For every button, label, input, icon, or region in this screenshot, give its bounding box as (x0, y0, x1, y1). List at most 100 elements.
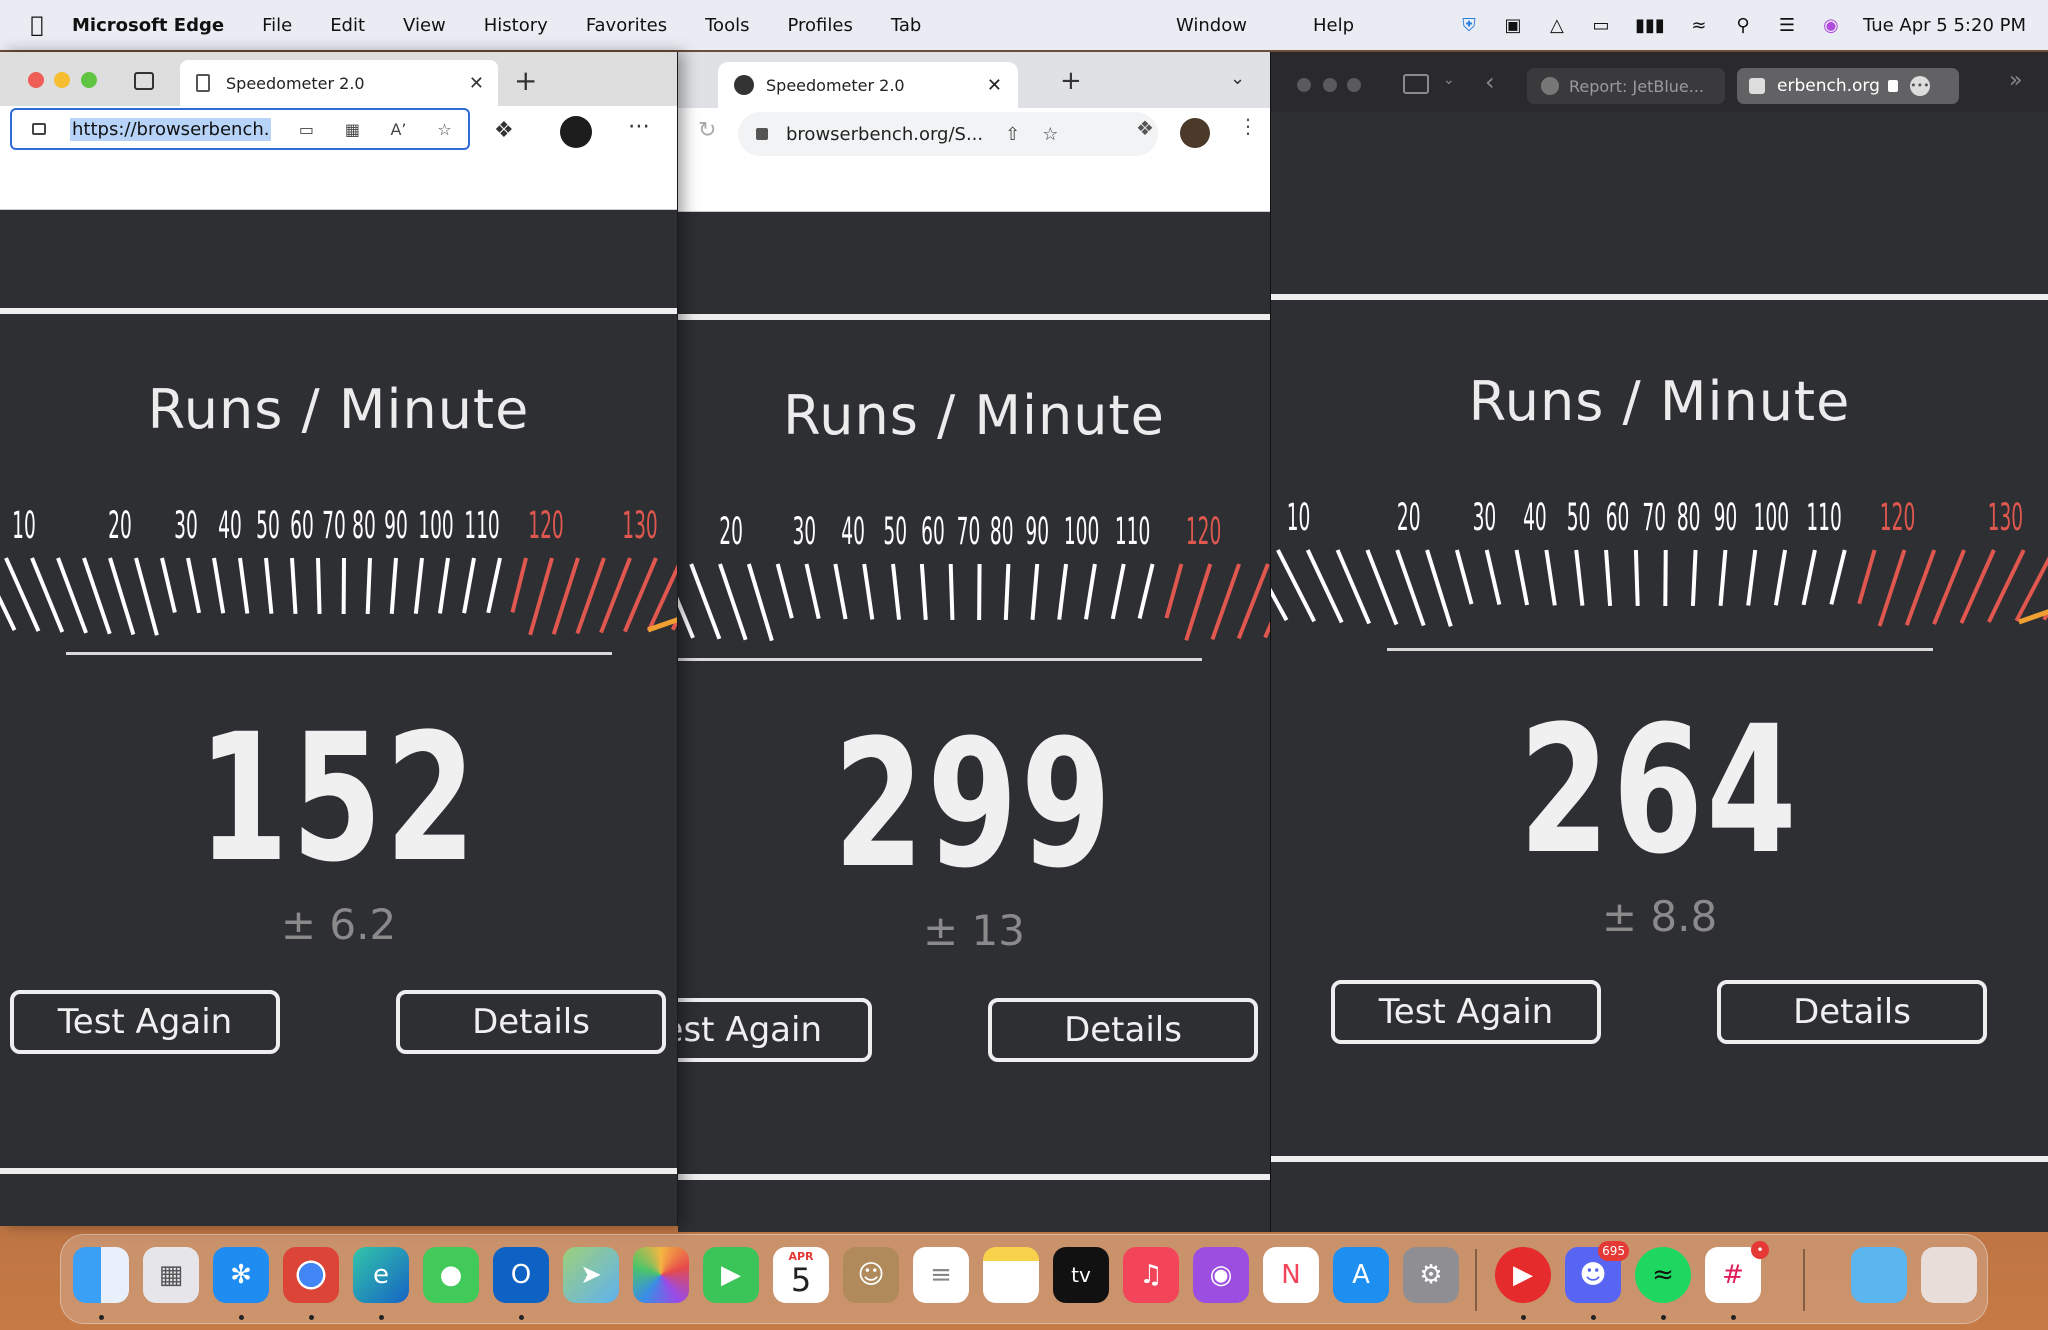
gauge-tick (1877, 549, 1907, 627)
podcasts-icon[interactable]: ◉ (1193, 1247, 1249, 1303)
siri-icon[interactable]: ◉ (1819, 14, 1843, 36)
back-icon[interactable]: ‹ (1485, 68, 1495, 96)
notes-icon[interactable] (983, 1247, 1039, 1303)
outlook-icon[interactable]: O (493, 1247, 549, 1303)
new-tab-button[interactable]: + (514, 64, 537, 97)
spotify-icon[interactable]: ≈ (1635, 1247, 1691, 1303)
gauge-tick (891, 563, 902, 620)
safari-icon[interactable]: ✻ (213, 1247, 269, 1303)
reminders-icon[interactable]: ≡ (913, 1247, 969, 1303)
drive-icon[interactable]: △ (1545, 14, 1569, 36)
menu-tools[interactable]: Tools (705, 15, 749, 36)
lock-icon[interactable] (756, 128, 768, 140)
music-icon[interactable]: ♫ (1123, 1247, 1179, 1303)
close-tab-icon[interactable]: ✕ (469, 73, 484, 94)
menu-history[interactable]: History (484, 15, 548, 36)
details-button[interactable]: Details (396, 990, 666, 1054)
wifi-icon[interactable]: ≈ (1687, 14, 1711, 36)
details-button[interactable]: Details (1717, 980, 1987, 1044)
tab-search-chevron-icon[interactable]: ⌄ (1230, 68, 1245, 89)
details-button[interactable]: Details (988, 998, 1258, 1062)
maps-icon[interactable]: ➤ (563, 1247, 619, 1303)
url-text[interactable]: browserbench.org/S... (786, 124, 983, 145)
edge-tab-speedometer[interactable]: Speedometer 2.0 ✕ (180, 60, 498, 106)
app-available-icon[interactable]: ▭ (295, 120, 317, 139)
chevron-down-icon[interactable]: ⌄ (1443, 72, 1455, 88)
youtube-music-icon[interactable]: ▶ (1495, 1247, 1551, 1303)
test-again-button[interactable]: Test Again (678, 998, 872, 1062)
zoom-window-button[interactable] (1347, 78, 1361, 92)
zoom-window-button[interactable] (81, 72, 97, 88)
sidebar-toggle-icon[interactable] (1403, 74, 1429, 94)
bookmark-star-icon[interactable]: ☆ (1042, 124, 1058, 145)
discord-icon[interactable]: ☻ 695 (1565, 1241, 1629, 1303)
new-tab-button[interactable]: + (1060, 66, 1082, 96)
chrome-icon[interactable] (283, 1247, 339, 1303)
contacts-icon[interactable]: ☺ (843, 1247, 899, 1303)
close-window-button[interactable] (1297, 78, 1311, 92)
menu-view[interactable]: View (403, 15, 446, 36)
profile-avatar[interactable] (560, 116, 592, 148)
battery-icon[interactable]: ▮▮▮ (1633, 14, 1667, 36)
extensions-puzzle-icon[interactable]: ❖ (494, 118, 514, 143)
extensions-icon[interactable]: ❖ (1136, 116, 1154, 140)
menu-profiles[interactable]: Profiles (787, 15, 852, 36)
trash-icon[interactable] (1921, 1247, 1977, 1303)
menu-help[interactable]: Help (1313, 15, 1354, 36)
safari-tab-browserbench[interactable]: erbench.org ••• (1737, 68, 1959, 104)
spotlight-search-icon[interactable]: ⚲ (1731, 14, 1755, 36)
photos-icon[interactable] (633, 1247, 689, 1303)
safari-tab-report[interactable]: Report: JetBlue... (1527, 68, 1725, 104)
add-favorite-icon[interactable]: ☆ (433, 120, 455, 139)
menu-edit[interactable]: Edit (330, 15, 365, 36)
system-preferences-icon[interactable]: ⚙ (1403, 1247, 1459, 1303)
share-icon[interactable]: ⇧ (1005, 124, 1020, 145)
double-chevron-right-icon[interactable]: » (2009, 68, 2022, 93)
close-window-button[interactable] (28, 72, 44, 88)
app-menu-name[interactable]: Microsoft Edge (72, 15, 224, 36)
menu-file[interactable]: File (262, 15, 292, 36)
more-icon[interactable]: ••• (1909, 76, 1930, 96)
downloads-folder-icon[interactable] (1851, 1247, 1907, 1303)
facetime-icon[interactable]: ▶ (703, 1247, 759, 1303)
gauge-tick (437, 557, 450, 614)
minimize-window-button[interactable] (54, 72, 70, 88)
apple-tv-icon[interactable]: tv (1053, 1247, 1109, 1303)
chrome-tab-speedometer[interactable]: Speedometer 2.0 ✕ (718, 62, 1018, 108)
messages-icon[interactable]: ● (423, 1247, 479, 1303)
url-text[interactable]: https://browserbench. (70, 117, 272, 141)
read-aloud-icon[interactable]: A’ (387, 120, 409, 139)
lock-icon[interactable] (32, 123, 46, 135)
profile-avatar[interactable] (1180, 118, 1210, 148)
apple-menu-icon[interactable]:  (26, 13, 48, 38)
edge-icon[interactable]: e (353, 1247, 409, 1303)
menu-window[interactable]: Window (1176, 15, 1247, 36)
news-icon[interactable]: N (1263, 1247, 1319, 1303)
control-center-icon[interactable]: ☰ (1775, 14, 1799, 36)
tab-actions-icon[interactable] (134, 72, 154, 90)
gauge-tick (1904, 549, 1937, 626)
apps-grid-icon[interactable]: ▦ (341, 120, 363, 139)
menu-tab[interactable]: Tab (891, 15, 921, 36)
close-tab-icon[interactable]: ✕ (987, 75, 1002, 96)
menu-favorites[interactable]: Favorites (586, 15, 667, 36)
gauge-tick (1057, 563, 1069, 620)
test-again-button[interactable]: Test Again (10, 990, 280, 1054)
kebab-menu-icon[interactable]: ⋮ (1238, 114, 1258, 138)
gauge-tick-label: 110 (1115, 510, 1150, 553)
more-options-icon[interactable]: ⋯ (628, 114, 651, 139)
calendar-icon[interactable]: APR 5 (773, 1247, 829, 1303)
menu-clock[interactable]: Tue Apr 5 5:20 PM (1863, 15, 2026, 36)
reload-icon[interactable]: ↻ (698, 118, 716, 143)
edge-address-bar[interactable]: https://browserbench. ▭ ▦ A’ ☆ (10, 108, 470, 150)
minimize-window-button[interactable] (1323, 78, 1337, 92)
launchpad-icon[interactable]: ▦ (143, 1247, 199, 1303)
stack-icon[interactable]: ▣ (1501, 14, 1525, 36)
display-icon[interactable]: ▭ (1589, 14, 1613, 36)
app-store-icon[interactable]: A (1333, 1247, 1389, 1303)
test-again-button[interactable]: Test Again (1331, 980, 1601, 1044)
finder-icon[interactable] (73, 1247, 129, 1303)
slack-icon[interactable]: # • (1705, 1241, 1769, 1303)
chrome-address-bar[interactable]: browserbench.org/S... ⇧ ☆ (738, 112, 1158, 156)
shield-icon[interactable]: ⛨ (1457, 14, 1481, 36)
